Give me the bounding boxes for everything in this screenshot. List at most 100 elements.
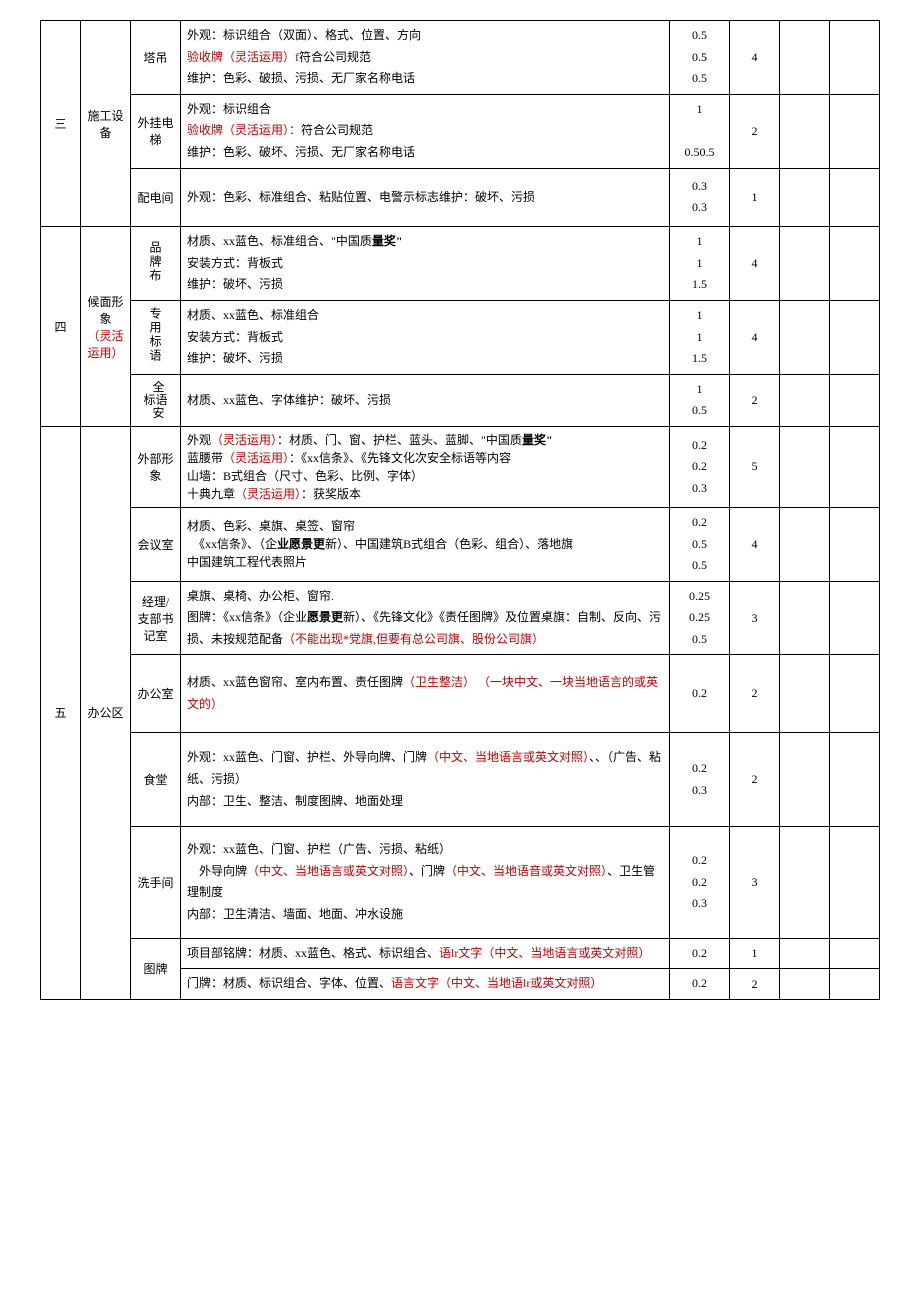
blank-cell [830,21,880,95]
score-detail: 1 0.50.5 [670,94,730,168]
table-row: 图牌 项目部铭牌：材质、xx蓝色、格式、标识组合、语lr文字（中文、当地语言或英… [41,938,880,969]
score-detail: 0.2 0.2 0.3 [670,426,730,507]
blank-cell [830,827,880,938]
table-row: 经理/支部书记室 桌旗、桌椅、办公柜、窗帘. 图牌：《xx信条》（企业愿景更新）… [41,581,880,655]
table-row: 全标语 安 材质、xx蓝色、字体维护：破坏、污损 1 0.5 2 [41,374,880,426]
section-index: 三 [41,21,81,227]
blank-cell [830,168,880,227]
content-cell: 材质、xx蓝色、字体维护：破坏、污损 [181,374,670,426]
table-row: 配电间 外观：色彩、标准组合、粘贴位置、电警示标志维护：破坏、污损 0.3 0.… [41,168,880,227]
score-detail: 0.3 0.3 [670,168,730,227]
table-row: 办公室 材质、xx蓝色窗帘、室内布置、责任图牌（卫生整洁） （一块中文、一块当地… [41,655,880,733]
blank-cell [780,21,830,95]
blank-cell [780,94,830,168]
score-total: 2 [730,969,780,1000]
table-row: 三 施工设备 塔吊 外观：标识组合（双面）、格式、位置、方向 验收牌（灵活运用）… [41,21,880,95]
section-cat: 候面形象 （灵活运用） [81,227,131,427]
table-row: 会议室 材质、色彩、桌旗、桌签、窗帘 《xx信条》、（企业愿景更新）、中国建筑B… [41,507,880,581]
score-detail: 0.2 0.3 [670,733,730,827]
section-cat: 办公区 [81,426,131,999]
blank-cell [830,655,880,733]
blank-cell [780,938,830,969]
score-detail: 0.2 [670,938,730,969]
score-detail: 0.2 [670,969,730,1000]
score-total: 2 [730,655,780,733]
content-cell: 项目部铭牌：材质、xx蓝色、格式、标识组合、语lr文字（中文、当地语言或英文对照… [181,938,670,969]
score-total: 5 [730,426,780,507]
content-cell: 材质、xx蓝色窗帘、室内布置、责任图牌（卫生整洁） （一块中文、一块当地语言的或… [181,655,670,733]
sub-item: 食堂 [131,733,181,827]
blank-cell [780,300,830,374]
score-detail: 0.2 0.5 0.5 [670,507,730,581]
score-total: 2 [730,374,780,426]
blank-cell [830,507,880,581]
score-total: 1 [730,938,780,969]
blank-cell [830,94,880,168]
content-cell: 外观：标识组合 验收牌（灵活运用）：符合公司规范 维护：色彩、破坏、污损、无厂家… [181,94,670,168]
blank-cell [780,655,830,733]
blank-cell [830,733,880,827]
content-cell: 门牌：材质、标识组合、字体、位置、语言文字（中文、当地语lr或英文对照） [181,969,670,1000]
content-cell: 外观：xx蓝色、门窗、护栏（广告、污损、粘纸） 外导向牌（中文、当地语言或英文对… [181,827,670,938]
content-cell: 外观：xx蓝色、门窗、护栏、外导向牌、门牌（中文、当地语言或英文对照）、、（广告… [181,733,670,827]
blank-cell [830,227,880,301]
table-row: 外挂电梯 外观：标识组合 验收牌（灵活运用）：符合公司规范 维护：色彩、破坏、污… [41,94,880,168]
score-detail: 0.5 0.5 0.5 [670,21,730,95]
inspection-table: 三 施工设备 塔吊 外观：标识组合（双面）、格式、位置、方向 验收牌（灵活运用）… [40,20,880,1000]
score-detail: 0.2 0.2 0.3 [670,827,730,938]
content-cell: 桌旗、桌椅、办公柜、窗帘. 图牌：《xx信条》（企业愿景更新）、《先锋文化》《责… [181,581,670,655]
sub-item: 外部形象 [131,426,181,507]
score-detail: 1 1 1.5 [670,227,730,301]
section-index: 四 [41,227,81,427]
blank-cell [830,938,880,969]
blank-cell [780,374,830,426]
blank-cell [830,581,880,655]
content-cell: 材质、xx蓝色、标准组合、"中国质量奖" 安装方式：背板式 维护：破坏、污损 [181,227,670,301]
sub-item: 会议室 [131,507,181,581]
blank-cell [830,969,880,1000]
blank-cell [780,969,830,1000]
table-row: 食堂 外观：xx蓝色、门窗、护栏、外导向牌、门牌（中文、当地语言或英文对照）、、… [41,733,880,827]
score-detail: 0.25 0.25 0.5 [670,581,730,655]
blank-cell [780,827,830,938]
score-total: 4 [730,227,780,301]
score-total: 3 [730,581,780,655]
sub-item: 外挂电梯 [131,94,181,168]
score-detail: 0.2 [670,655,730,733]
score-total: 4 [730,507,780,581]
content-cell: 外观：色彩、标准组合、粘贴位置、电警示标志维护：破坏、污损 [181,168,670,227]
blank-cell [780,426,830,507]
table-row: 专用标语 材质、xx蓝色、标准组合 安装方式：背板式 维护：破坏、污损 1 1 … [41,300,880,374]
sub-item: 专用标语 [131,300,181,374]
sub-item: 全标语 安 [131,374,181,426]
blank-cell [780,227,830,301]
table-row: 洗手间 外观：xx蓝色、门窗、护栏（广告、污损、粘纸） 外导向牌（中文、当地语言… [41,827,880,938]
score-total: 4 [730,300,780,374]
score-detail: 1 1 1.5 [670,300,730,374]
score-total: 2 [730,94,780,168]
score-detail: 1 0.5 [670,374,730,426]
sub-item: 品牌布 [131,227,181,301]
blank-cell [780,507,830,581]
sub-item: 图牌 [131,938,181,999]
score-total: 3 [730,827,780,938]
blank-cell [780,168,830,227]
content-cell: 外观：标识组合（双面）、格式、位置、方向 验收牌（灵活运用）f符合公司规范 维护… [181,21,670,95]
blank-cell [780,581,830,655]
score-total: 1 [730,168,780,227]
sub-item: 配电间 [131,168,181,227]
content-cell: 材质、色彩、桌旗、桌签、窗帘 《xx信条》、（企业愿景更新）、中国建筑B式组合（… [181,507,670,581]
content-cell: 外观（灵活运用）：材质、门、窗、护栏、蓝头、蓝脚、"中国质量奖" 蓝腰带（灵活运… [181,426,670,507]
blank-cell [830,300,880,374]
section-cat: 施工设备 [81,21,131,227]
blank-cell [830,426,880,507]
sub-item: 洗手间 [131,827,181,938]
score-total: 4 [730,21,780,95]
blank-cell [830,374,880,426]
score-total: 2 [730,733,780,827]
table-row: 五 办公区 外部形象 外观（灵活运用）：材质、门、窗、护栏、蓝头、蓝脚、"中国质… [41,426,880,507]
sub-item: 塔吊 [131,21,181,95]
section-index: 五 [41,426,81,999]
sub-item: 办公室 [131,655,181,733]
table-row: 四 候面形象 （灵活运用） 品牌布 材质、xx蓝色、标准组合、"中国质量奖" 安… [41,227,880,301]
